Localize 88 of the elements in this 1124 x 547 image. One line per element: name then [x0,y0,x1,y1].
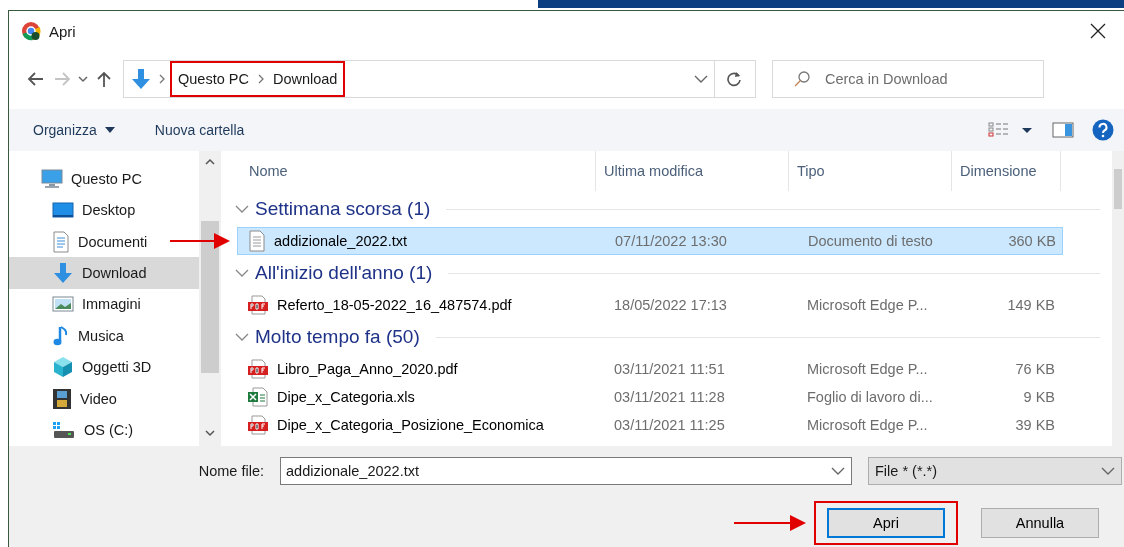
chevron-down-icon[interactable] [235,203,249,215]
file-name: Referto_18-05-2022_16_487574.pdf [277,297,512,313]
chevron-down-icon[interactable] [235,331,249,343]
pdf-file-icon [247,295,269,315]
sidebar-item[interactable]: Immagini [9,288,199,321]
date-cell-text: 03/11/2021 11:51 [613,361,726,377]
file-name: Dipe_x_Categoria_Posizione_Economica [277,417,544,433]
pointer-arrow-drawing [170,233,230,249]
caret-down-icon [104,127,115,133]
column-header[interactable]: Dimensione [952,151,1061,191]
breadcrumb-item[interactable]: Questo PC [178,71,249,87]
sidebar-item[interactable]: Video [9,383,199,415]
column-header[interactable]: Ultima modifica [596,151,789,191]
breadcrumb-item[interactable]: Download [272,71,338,87]
file-row[interactable]: Referto_18-05-2022_16_487574.pdf 18/05/2022 17:13 Microsoft Edge P... 149 KB [237,291,1063,319]
film-icon [52,387,72,410]
size-cell-text: 76 KB [1014,361,1056,377]
cancel-button[interactable]: Annulla [981,508,1099,538]
type-cell-text: Microsoft Edge P... [806,297,929,313]
column-header[interactable]: Tipo [789,151,952,191]
sidebar-item[interactable]: Documenti [9,225,199,258]
file-row[interactable]: Dipe_x_Categoria.xls 03/11/2021 11:28 Foglio di lavoro di... 9 KB [237,383,1063,411]
scroll-up-icon[interactable] [204,157,216,167]
group-header[interactable]: Molto tempo fa (50) [255,326,420,348]
search-icon [793,70,811,88]
chevron-down-icon [1101,466,1115,476]
search-field[interactable]: Cerca in Download [772,60,1044,98]
group-header[interactable]: Settimana scorsa (1) [255,198,431,220]
size-cell-text: 149 KB [1006,297,1056,313]
organize-menu[interactable]: Organizza [33,122,115,138]
pdf-file-icon [247,359,269,379]
sidebar-item[interactable]: Download [9,257,199,289]
size-cell-text: 39 KB [1014,417,1056,433]
close-icon[interactable] [1088,21,1108,41]
text-file-icon [248,230,266,252]
chevron-right-icon [256,74,265,84]
date-cell-text: 03/11/2021 11:25 [613,417,726,433]
group-header[interactable]: All'inizio dell'anno (1) [255,262,433,284]
sidebar-item[interactable]: Oggetti 3D [9,351,199,384]
file-name: addizionale_2022.txt [274,233,408,249]
date-cell-text: 18/05/2022 17:13 [613,297,728,313]
file-name: Dipe_x_Categoria.xls [277,389,415,405]
sidebar-item[interactable]: OS (C:) [9,414,199,446]
filename-field[interactable]: addizionale_2022.txt [280,457,852,485]
cube-icon [52,356,74,379]
document-icon [52,230,70,253]
sidebar-item[interactable]: Musica [9,320,199,352]
type-cell-text: Microsoft Edge P... [806,361,929,377]
music-note-icon [52,324,70,347]
drive-icon [52,421,76,440]
view-options-icon[interactable] [988,121,1034,139]
pointer-arrow-drawing [734,515,806,531]
type-cell-text: Documento di testo [807,233,934,249]
chevron-down-icon[interactable] [235,267,249,279]
desktop-icon [52,201,74,220]
size-cell-text: 9 KB [1022,389,1056,405]
address-bar[interactable]: Questo PC Download [123,60,756,98]
sidebar-item[interactable]: Questo PC [9,163,199,195]
sidebar-item[interactable]: Desktop [9,194,199,226]
column-header[interactable]: Nome [235,151,596,191]
pdf-file-icon [247,415,269,435]
download-icon [52,262,74,285]
preview-pane-icon[interactable] [1052,122,1074,138]
date-cell-text: 07/11/2022 13:30 [614,233,728,249]
spreadsheet-file-icon [247,387,269,407]
refresh-icon[interactable] [727,71,743,87]
size-cell-text: 360 KB [1007,233,1057,249]
scrollbar[interactable] [199,151,221,446]
browser-logo-icon [21,21,41,41]
file-type-dropdown[interactable]: File * (*.*) [868,457,1122,485]
window-title: Apri [49,22,77,40]
type-cell-text: Microsoft Edge P... [806,417,929,433]
picture-icon [52,295,74,314]
monitor-icon [41,168,63,189]
open-button[interactable]: Apri [827,508,945,538]
file-row[interactable]: Libro_Paga_Anno_2020.pdf 03/11/2021 11:51 Microsoft Edge P... 76 KB [237,355,1063,383]
help-icon[interactable] [1092,119,1114,141]
file-name: Libro_Paga_Anno_2020.pdf [277,361,458,377]
scrollbar[interactable] [1112,151,1124,446]
file-row[interactable]: Dipe_x_Categoria_Posizione_Economica 03/11/2021 11:25 Microsoft Edge P... 39 KB [237,411,1063,439]
download-icon [130,68,152,90]
date-cell-text: 03/11/2021 11:28 [613,389,726,405]
scroll-down-icon[interactable] [204,428,216,438]
chevron-down-icon [831,466,845,476]
new-folder-button[interactable]: Nuova cartella [154,122,245,138]
type-cell-text: Foglio di lavoro di... [806,389,934,405]
chevron-down-icon [694,74,708,84]
filename-label: Nome file: [197,463,264,479]
